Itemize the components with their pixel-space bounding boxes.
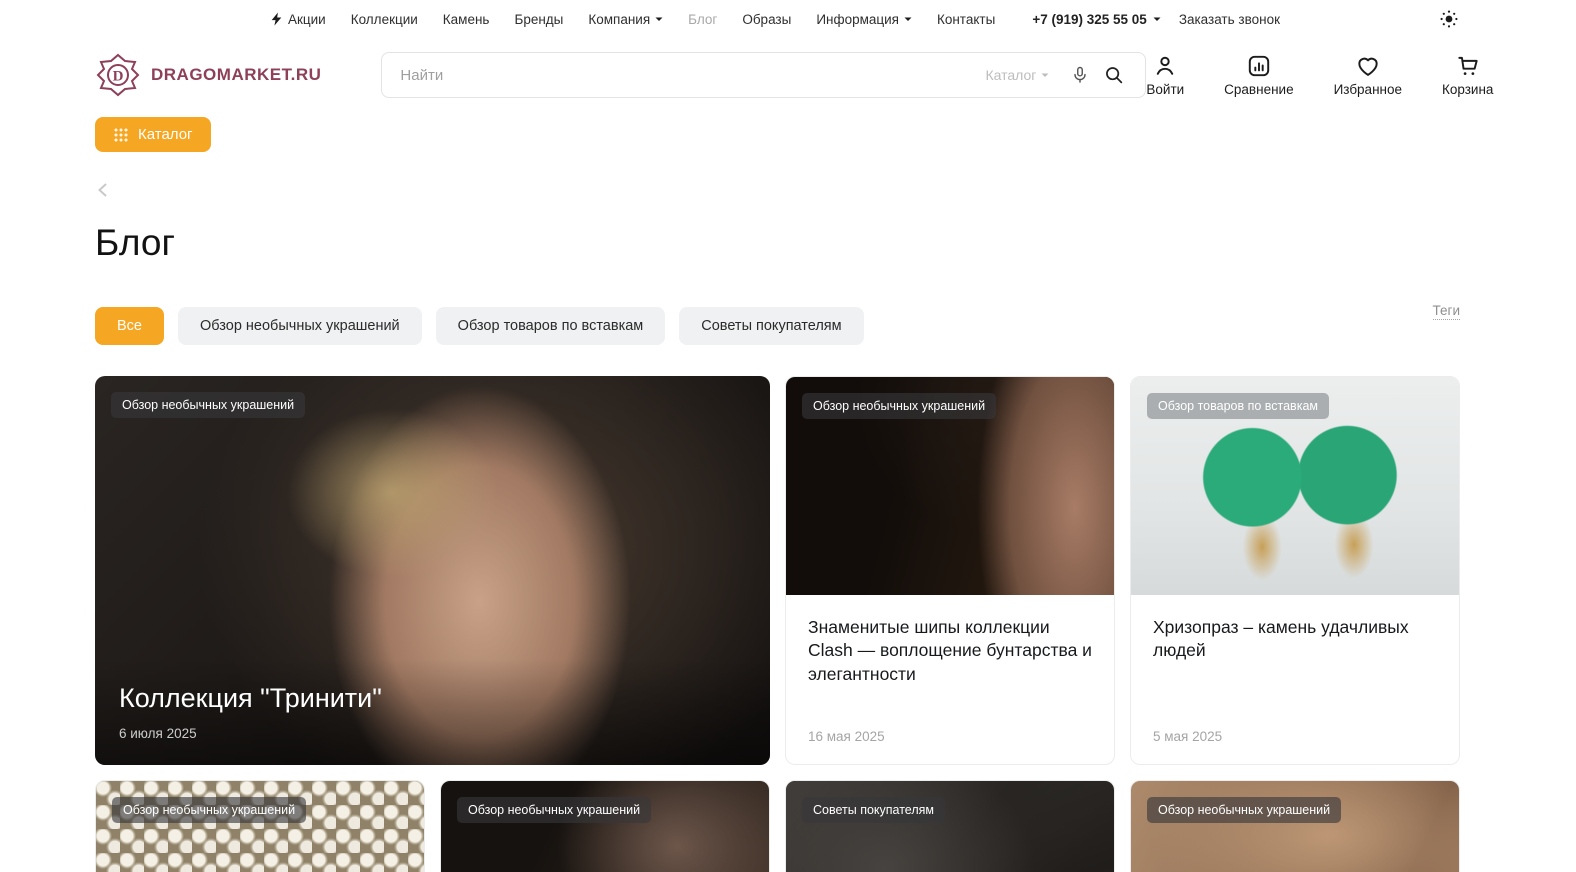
search-bar: Каталог [381, 52, 1146, 98]
header-actions: Войти Сравнение Избранное [1146, 53, 1493, 97]
cart-icon [1455, 53, 1481, 79]
sun-icon [1439, 9, 1459, 29]
nav-item-promotions[interactable]: Акции [270, 12, 326, 27]
card-title: Коллекция "Тринити" [119, 683, 746, 714]
lightning-icon [270, 12, 283, 26]
compare-button[interactable]: Сравнение [1224, 53, 1293, 97]
back-button[interactable] [95, 180, 115, 200]
nav-item-brands[interactable]: Бренды [514, 12, 563, 27]
tags-link[interactable]: Теги [1433, 303, 1460, 320]
contact-block: +7 (919) 325 55 05 Заказать звонок [1032, 12, 1280, 27]
heart-icon [1355, 53, 1381, 79]
card-title: Знаменитые шипы коллекции Clash — воплощ… [808, 616, 1092, 686]
search-input[interactable] [400, 67, 985, 84]
blog-card-mens-jewelry[interactable]: Обзор необычных украшений [440, 780, 770, 872]
top-navigation: Акции Коллекции Камень Бренды Компания Б… [270, 12, 995, 27]
nav-item-looks[interactable]: Образы [742, 12, 791, 27]
blog-card-chrysoprase[interactable]: Обзор товаров по вставкам Хризопраз – ка… [1130, 376, 1460, 765]
category-badge: Обзор необычных украшений [802, 393, 996, 419]
search-submit-button[interactable] [1097, 58, 1131, 92]
chevron-down-icon [1153, 17, 1161, 22]
blog-card-trinity[interactable]: Обзор необычных украшений Коллекция "Три… [95, 376, 770, 765]
top-bar: Акции Коллекции Камень Бренды Компания Б… [95, 0, 1460, 38]
card-date: 5 мая 2025 [1153, 729, 1222, 744]
cart-button[interactable]: Корзина [1442, 53, 1493, 97]
card-overlay: Коллекция "Тринити" 6 июля 2025 [95, 659, 770, 765]
search-category-select[interactable]: Каталог [985, 67, 1049, 83]
grid-dots-icon [113, 127, 129, 143]
card-date: 6 июля 2025 [119, 726, 746, 741]
chevron-down-icon [904, 17, 912, 22]
search-icon [1103, 64, 1125, 86]
filter-all[interactable]: Все [95, 307, 164, 345]
category-badge: Обзор необычных украшений [111, 392, 305, 418]
card-title: Хризопраз – камень удачливых людей [1153, 616, 1437, 663]
category-badge: Обзор необычных украшений [112, 797, 306, 823]
blog-card-buyer-tips[interactable]: Советы покупателям [785, 780, 1115, 872]
filter-unusual-jewelry[interactable]: Обзор необычных украшений [178, 307, 422, 345]
voice-search-button[interactable] [1063, 58, 1097, 92]
nav-item-contacts[interactable]: Контакты [937, 12, 995, 27]
card-date: 16 мая 2025 [808, 729, 885, 744]
page-container: Акции Коллекции Камень Бренды Компания Б… [95, 0, 1460, 872]
nav-item-information[interactable]: Информация [816, 12, 912, 27]
callback-link[interactable]: Заказать звонок [1179, 12, 1280, 27]
svg-text:D: D [113, 69, 124, 85]
site-logo[interactable]: D DRAGOMARKET.RU [95, 52, 321, 98]
category-badge: Советы покупателям [802, 797, 945, 823]
blog-card-photo [1131, 781, 1459, 872]
site-header: D DRAGOMARKET.RU Каталог [95, 46, 1460, 104]
chevron-down-icon [1041, 73, 1049, 78]
filter-buyer-tips[interactable]: Советы покупателям [679, 307, 863, 345]
user-icon [1152, 53, 1178, 79]
category-badge: Обзор необычных украшений [457, 797, 651, 823]
nav-item-blog[interactable]: Блог [688, 12, 717, 27]
nav-item-company[interactable]: Компания [588, 12, 663, 27]
category-badge: Обзор товаров по вставкам [1147, 393, 1329, 419]
blog-card-photo [96, 781, 424, 872]
card-body: Хризопраз – камень удачливых людей 5 мая… [1131, 595, 1459, 684]
blog-card-clash[interactable]: Обзор необычных украшений Знаменитые шип… [785, 376, 1115, 765]
logo-text: DRAGOMARKET.RU [151, 65, 321, 85]
logo-emblem-icon: D [95, 52, 141, 98]
blog-filters: Все Обзор необычных украшений Обзор това… [95, 307, 1460, 345]
nav-item-label: Акции [288, 12, 326, 27]
blog-card-photo [786, 781, 1114, 872]
blog-cards-grid: Обзор необычных украшений Коллекция "Три… [95, 376, 1460, 872]
card-body: Знаменитые шипы коллекции Clash — воплощ… [786, 595, 1114, 707]
blog-card-photo [441, 781, 769, 872]
favorites-button[interactable]: Избранное [1334, 53, 1402, 97]
chevron-left-icon [95, 182, 111, 198]
blog-card-pearls[interactable]: Обзор необычных украшений [95, 780, 425, 872]
category-badge: Обзор необычных украшений [1147, 797, 1341, 823]
compare-bars-icon [1246, 53, 1272, 79]
phone-number[interactable]: +7 (919) 325 55 05 [1032, 12, 1160, 27]
filter-by-inserts[interactable]: Обзор товаров по вставкам [436, 307, 666, 345]
chevron-down-icon [655, 17, 663, 22]
catalog-button[interactable]: Каталог [95, 117, 211, 152]
theme-toggle-button[interactable] [1438, 8, 1460, 30]
blog-card-stone-earrings[interactable]: Обзор необычных украшений [1130, 780, 1460, 872]
login-button[interactable]: Войти [1146, 53, 1184, 97]
page-title: Блог [95, 222, 1460, 264]
nav-item-stone[interactable]: Камень [443, 12, 490, 27]
nav-item-collections[interactable]: Коллекции [351, 12, 418, 27]
microphone-icon [1070, 65, 1090, 85]
